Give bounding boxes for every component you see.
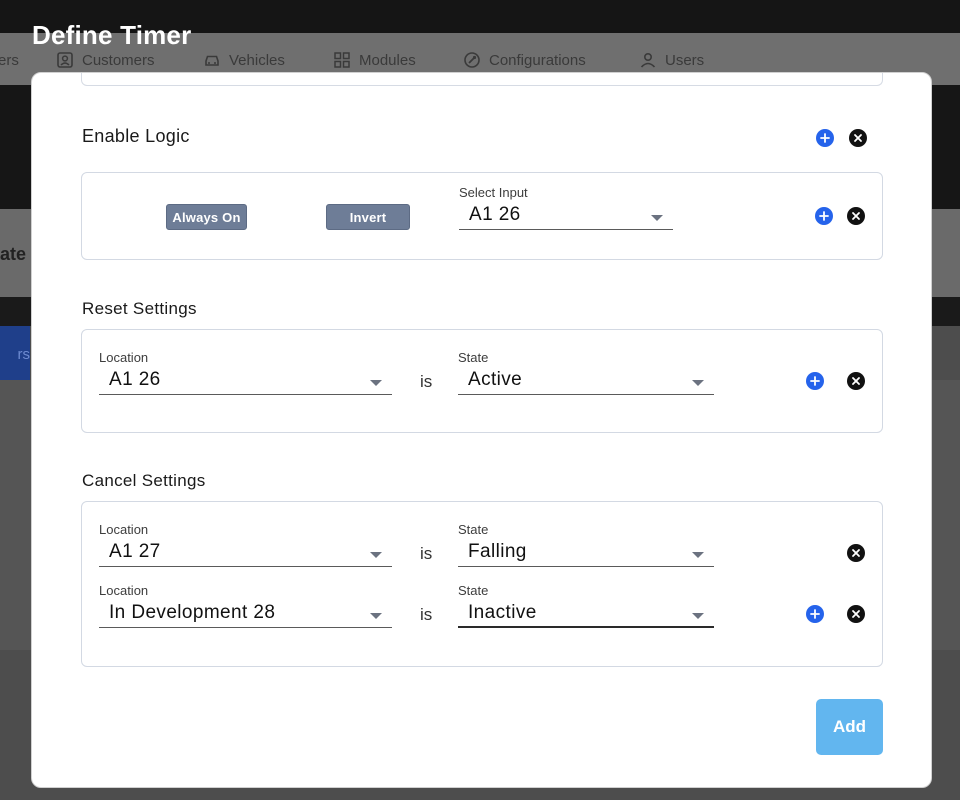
close-icon xyxy=(852,549,860,557)
define-timer-dialog: Enable Logic Always On Invert Select Inp… xyxy=(31,72,932,788)
plus-icon xyxy=(810,609,820,619)
remove-reset-condition-button[interactable] xyxy=(847,372,865,390)
reset-settings-title: Reset Settings xyxy=(82,299,197,318)
is-label: is xyxy=(420,372,433,391)
reset-location-label: Location xyxy=(99,350,149,365)
plus-icon xyxy=(819,211,829,221)
reset-location-dropdown[interactable]: A1 26 xyxy=(99,368,392,395)
cancel-state-field[interactable]: State Inactive xyxy=(458,583,714,628)
plus-icon xyxy=(810,376,820,386)
reset-state-value: Active xyxy=(468,369,523,390)
cancel-state-value: Falling xyxy=(468,541,527,562)
reset-location-value: A1 26 xyxy=(109,369,161,390)
dialog-title: Define Timer xyxy=(32,20,192,50)
chevron-down-icon xyxy=(651,215,663,221)
cancel-state-label: State xyxy=(458,522,489,537)
is-label: is xyxy=(420,544,433,563)
nav-item-customers[interactable]: Customers xyxy=(56,50,155,70)
remove-cancel-condition-button[interactable] xyxy=(847,544,865,562)
nav-item-label: Users xyxy=(665,51,705,69)
select-input-field[interactable]: Select Input A1 26 xyxy=(459,185,673,230)
cancel-location-label: Location xyxy=(99,583,149,598)
customers-icon xyxy=(57,52,73,68)
nav-item-users[interactable]: Users xyxy=(639,50,704,70)
cancel-location-dropdown[interactable]: A1 27 xyxy=(99,540,392,567)
cancel-location-field[interactable]: Location A1 27 xyxy=(99,522,392,567)
reset-location-field[interactable]: Location A1 26 xyxy=(99,350,392,395)
car-icon xyxy=(205,55,219,66)
remove-cancel-condition-button[interactable] xyxy=(847,605,865,623)
chevron-down-icon xyxy=(692,613,704,619)
nav-item-label: ers xyxy=(0,51,19,69)
cancel-location-field[interactable]: Location In Development 28 xyxy=(99,583,392,628)
cancel-location-value: In Development 28 xyxy=(109,602,276,623)
nav-item-label: Configurations xyxy=(489,51,586,69)
cancel-state-label: State xyxy=(458,583,489,598)
reset-state-field[interactable]: State Active xyxy=(458,350,714,395)
user-icon xyxy=(640,52,656,68)
cancel-state-dropdown[interactable]: Inactive xyxy=(458,601,714,628)
nav-item-label: Modules xyxy=(359,51,416,69)
always-on-chip[interactable]: Always On xyxy=(166,204,247,230)
reset-settings-card: Location A1 26 is State Active xyxy=(81,329,883,433)
nav-item-modules[interactable]: Modules xyxy=(333,50,416,70)
enable-logic-title: Enable Logic xyxy=(82,126,190,146)
enable-logic-card: Always On Invert Select Input A1 26 xyxy=(81,172,883,260)
invert-chip[interactable]: Invert xyxy=(326,204,410,230)
nav-item-vehicles[interactable]: Vehicles xyxy=(203,50,285,70)
add-button[interactable]: Add xyxy=(816,699,883,755)
add-input-button[interactable] xyxy=(815,207,833,225)
cancel-location-label: Location xyxy=(99,522,149,537)
nav-item-label: Customers xyxy=(82,51,155,69)
select-input-value: A1 26 xyxy=(469,204,521,225)
add-cancel-condition-button[interactable] xyxy=(806,605,824,623)
close-icon xyxy=(852,377,860,385)
reset-state-label: State xyxy=(458,350,489,365)
select-input-label: Select Input xyxy=(459,185,528,200)
chevron-down-icon xyxy=(370,380,382,386)
plus-icon xyxy=(820,133,830,143)
scrolled-card-edge xyxy=(81,73,883,86)
close-icon xyxy=(852,610,860,618)
reset-state-dropdown[interactable]: Active xyxy=(458,368,714,395)
background-side-button[interactable]: rs xyxy=(0,326,30,380)
background-heading: ate xyxy=(0,244,27,264)
cancel-settings-title: Cancel Settings xyxy=(82,471,206,490)
select-input-dropdown[interactable]: A1 26 xyxy=(459,203,673,230)
cancel-state-field[interactable]: State Falling xyxy=(458,522,714,567)
cancel-location-value: A1 27 xyxy=(109,541,161,562)
cancel-settings-card: Location A1 27 is State Falling Location… xyxy=(81,501,883,667)
chevron-down-icon xyxy=(370,552,382,558)
chevron-down-icon xyxy=(692,380,704,386)
add-reset-condition-button[interactable] xyxy=(806,372,824,390)
chevron-down-icon xyxy=(692,552,704,558)
cancel-location-dropdown[interactable]: In Development 28 xyxy=(99,601,392,628)
nav-item-configurations[interactable]: Configurations xyxy=(463,50,586,70)
cancel-state-value: Inactive xyxy=(468,602,537,623)
is-label: is xyxy=(420,605,433,624)
add-enable-logic-button[interactable] xyxy=(816,129,834,147)
remove-input-button[interactable] xyxy=(847,207,865,225)
nav-item-cut-off[interactable]: ers xyxy=(0,50,19,70)
close-icon xyxy=(852,212,860,220)
cancel-state-dropdown[interactable]: Falling xyxy=(458,540,714,567)
grid-icon xyxy=(334,52,350,68)
chevron-down-icon xyxy=(370,613,382,619)
remove-enable-logic-button[interactable] xyxy=(849,129,867,147)
config-icon xyxy=(464,52,480,68)
nav-item-label: Vehicles xyxy=(229,51,285,69)
close-icon xyxy=(854,134,862,142)
